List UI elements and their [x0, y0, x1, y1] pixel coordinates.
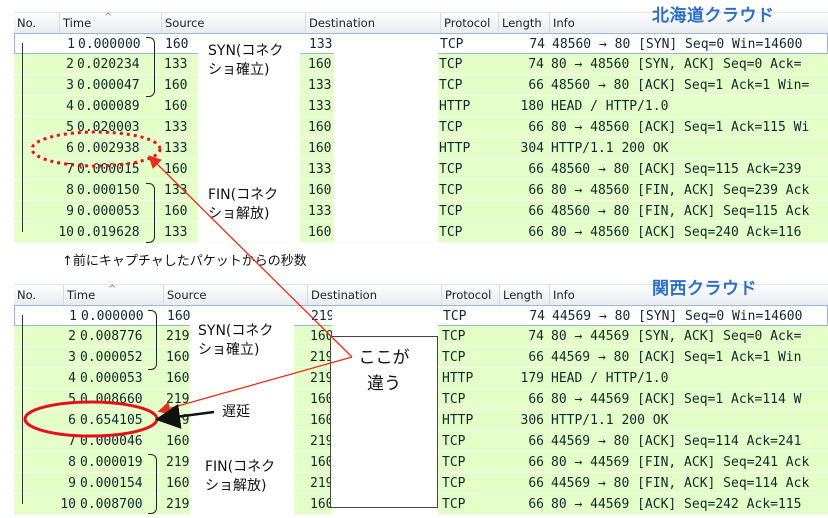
delay-arrow — [155, 404, 215, 429]
annotation-overlay — [23, 130, 353, 438]
highlight-ellipse — [23, 400, 159, 438]
arrow-to-bottom-row6 — [157, 356, 353, 415]
highlight-ellipse-dotted — [30, 130, 162, 168]
arrow-to-top-row6 — [148, 155, 353, 358]
